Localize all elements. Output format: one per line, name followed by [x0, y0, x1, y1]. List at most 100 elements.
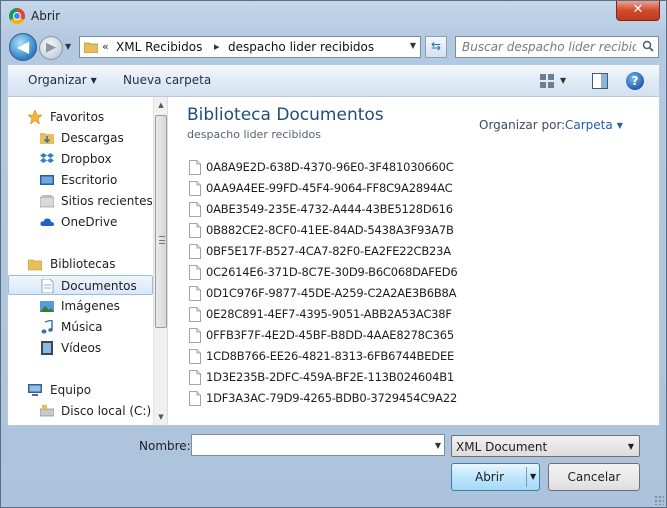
navigation-bar: ◀ ▶ ▼ « XML Recibidos ▸ despacho lider r… [7, 33, 660, 61]
document-icon [189, 223, 201, 238]
cancel-button[interactable]: Cancelar [548, 463, 640, 491]
document-icon [189, 202, 201, 217]
file-name-combobox[interactable]: ▼ [191, 434, 445, 456]
sidebar-item-musica[interactable]: Música [8, 317, 153, 337]
sidebar-scrollbar[interactable]: ▲ ▼ [153, 97, 167, 425]
sidebar-item-documentos[interactable]: Documentos [8, 275, 153, 295]
file-list-item[interactable]: 0AA9A4EE-99FD-45F4-9064-FF8C9A2894AC [189, 178, 489, 199]
arrange-by-dropdown[interactable]: Carpeta ▼ [565, 118, 623, 132]
file-name: 0BF5E17F-B527-4CA7-82F0-EA2FE22CB23A [206, 244, 451, 258]
document-icon [189, 349, 201, 364]
sidebar-item-escritorio[interactable]: Escritorio [8, 170, 153, 190]
recent-locations-dropdown[interactable]: ▼ [65, 42, 71, 51]
sidebar-item-equipo[interactable]: Equipo [8, 380, 153, 400]
libraries-icon [28, 259, 42, 271]
sidebar-item-dropbox[interactable]: Dropbox [8, 149, 153, 169]
chevron-down-icon[interactable]: ▼ [435, 441, 441, 450]
scroll-up-arrow[interactable]: ▲ [154, 97, 168, 113]
file-list-item[interactable]: 0C2614E6-371D-8C7E-30D9-B6C068DAFED6 [189, 262, 489, 283]
refresh-button[interactable]: ⇆ [425, 36, 447, 58]
breadcrumb-despacho[interactable]: despacho lider recibidos [228, 40, 374, 54]
content-area: Favoritos Descargas Dropbox Escritorio S… [7, 96, 660, 426]
file-name: 0FFB3F7F-4E2D-45BF-B8DD-4AAE8278C365 [206, 328, 454, 342]
file-name-input[interactable] [192, 435, 428, 455]
window-title: Abrir [31, 9, 61, 23]
document-icon [189, 391, 201, 406]
back-button[interactable]: ◀ [9, 33, 37, 61]
sidebar-item-favoritos[interactable]: Favoritos [8, 107, 153, 127]
resize-grip[interactable] [654, 495, 664, 505]
organize-menu[interactable]: Organizar ▼ [28, 73, 97, 87]
address-bar[interactable]: « XML Recibidos ▸ despacho lider recibid… [79, 36, 421, 58]
desktop-icon [40, 175, 54, 185]
sidebar-item-sitios-recientes[interactable]: Sitios recientes [8, 191, 153, 211]
chevron-down-icon: ▼ [627, 442, 634, 451]
file-type-select[interactable]: XML Document ▼ [451, 435, 640, 457]
hard-drive-icon [40, 405, 54, 417]
file-name: 1CD8B766-EE26-4821-8313-6FB6744BEDEE [206, 349, 455, 363]
document-icon [41, 279, 54, 293]
video-film-icon [41, 341, 53, 355]
file-list-item[interactable]: 1CD8B766-EE26-4821-8313-6FB6744BEDEE [189, 346, 489, 367]
command-bar: Organizar ▼ Nueva carpeta ▼ ? [7, 64, 660, 96]
search-icon[interactable] [642, 40, 654, 52]
sidebar-item-disco-local[interactable]: Disco local (C:) [8, 401, 153, 421]
file-name: 1D3E235B-2DFC-459A-BF2E-113B024604B1 [206, 370, 454, 384]
file-list-item[interactable]: 1DF3A3AC-79D9-4265-BDB0-3729454C9A22 [189, 388, 489, 409]
document-icon [189, 244, 201, 259]
search-box[interactable] [455, 36, 659, 58]
breadcrumb-xml-recibidos[interactable]: XML Recibidos [116, 40, 202, 54]
file-list-item[interactable]: 0D1C976F-9877-45DE-A259-C2A2AE3B6B8A [189, 283, 489, 304]
recent-places-icon [40, 195, 54, 208]
folder-icon [84, 42, 98, 53]
view-options-icon[interactable] [540, 74, 554, 88]
file-list-item[interactable]: 0BF5E17F-B527-4CA7-82F0-EA2FE22CB23A [189, 241, 489, 262]
open-button[interactable]: Abrir ▼ [451, 463, 540, 491]
help-icon[interactable]: ? [626, 72, 644, 90]
chevron-down-icon[interactable]: ▼ [410, 41, 416, 50]
sidebar-item-videos[interactable]: Vídeos [8, 338, 153, 358]
file-list-item[interactable]: 0E28C891-4EF7-4395-9051-ABB2A53AC38F [189, 304, 489, 325]
document-icon [189, 286, 201, 301]
grip-icon [159, 236, 165, 244]
file-name: 0AA9A4EE-99FD-45F4-9064-FF8C9A2894AC [206, 181, 453, 195]
scroll-down-arrow[interactable]: ▼ [154, 409, 168, 425]
music-note-icon [41, 320, 53, 334]
breadcrumb-separator[interactable]: ▸ [214, 40, 220, 53]
sidebar-item-imagenes[interactable]: Imágenes [8, 296, 153, 316]
file-list-item[interactable]: 1D3E235B-2DFC-459A-BF2E-113B024604B1 [189, 367, 489, 388]
document-icon [189, 160, 201, 175]
forward-button[interactable]: ▶ [39, 36, 63, 60]
pictures-icon [40, 301, 54, 312]
preview-pane-icon[interactable] [592, 73, 608, 89]
file-name: 0E28C891-4EF7-4395-9051-ABB2A53AC38F [206, 307, 452, 321]
file-name: 0B882CE2-8CF0-41EE-84AD-5438A3F93A7B [206, 223, 454, 237]
document-icon [189, 181, 201, 196]
search-input[interactable] [456, 37, 636, 57]
file-list-item[interactable]: 0B882CE2-8CF0-41EE-84AD-5438A3F93A7B [189, 220, 489, 241]
file-name: 0A8A9E2D-638D-4370-96E0-3F481030660C [206, 160, 454, 174]
title-bar[interactable]: Abrir ✕ [1, 1, 666, 31]
file-list-item[interactable]: 0ABE3549-235E-4732-A444-43BE5128D616 [189, 199, 489, 220]
view-dropdown[interactable]: ▼ [560, 76, 566, 85]
close-button[interactable]: ✕ [616, 1, 660, 21]
sidebar-item-onedrive[interactable]: OneDrive [8, 212, 153, 232]
sidebar-item-bibliotecas[interactable]: Bibliotecas [8, 254, 153, 274]
open-options-dropdown[interactable]: ▼ [530, 472, 536, 481]
computer-icon [28, 384, 42, 396]
file-name: 0D1C976F-9877-45DE-A259-C2A2AE3B6B8A [206, 286, 457, 300]
breadcrumb-overflow[interactable]: « [102, 40, 109, 53]
sidebar-item-descargas[interactable]: Descargas [8, 128, 153, 148]
scroll-thumb[interactable] [155, 115, 167, 328]
new-folder-button[interactable]: Nueva carpeta [123, 73, 211, 87]
chrome-icon [9, 8, 25, 24]
downloads-folder-icon [40, 133, 54, 144]
file-list-item[interactable]: 0FFB3F7F-4E2D-45BF-B8DD-4AAE8278C365 [189, 325, 489, 346]
file-list-item[interactable]: 0A8A9E2D-638D-4370-96E0-3F481030660C [189, 157, 489, 178]
document-icon [189, 307, 201, 322]
file-list: 0A8A9E2D-638D-4370-96E0-3F481030660C 0AA9… [189, 157, 489, 409]
library-title: Biblioteca Documentos [187, 105, 384, 125]
onedrive-cloud-icon [40, 218, 54, 226]
chevron-down-icon: ▼ [616, 121, 623, 130]
document-icon [189, 328, 201, 343]
